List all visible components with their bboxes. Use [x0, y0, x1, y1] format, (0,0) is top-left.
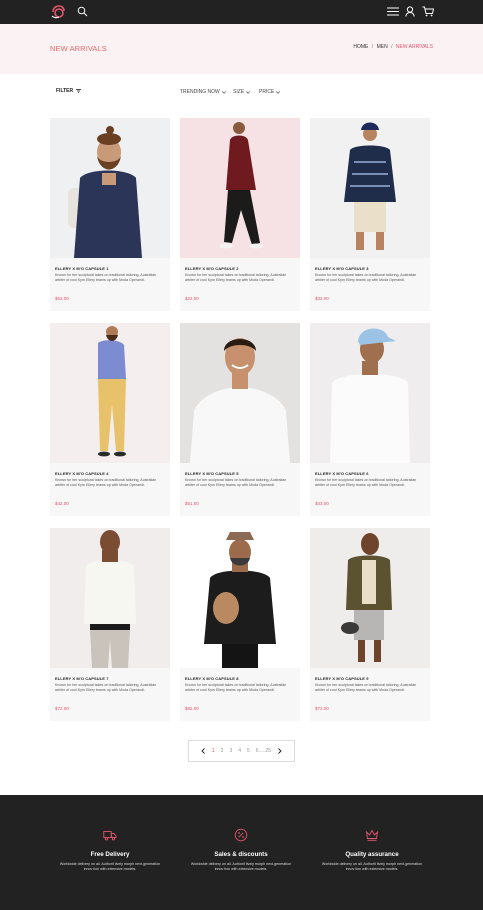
- price-dropdown[interactable]: PRICE: [259, 89, 281, 95]
- product-price: $82.00: [185, 706, 199, 711]
- product-name[interactable]: ELLERY X M'O CAPSULE 7: [55, 676, 109, 681]
- hamburger-menu-icon[interactable]: [387, 6, 399, 17]
- logo-icon[interactable]: [51, 5, 66, 19]
- product-card[interactable]: ELLERY X M'O CAPSULE 9 Known for her scu…: [310, 528, 430, 721]
- chevron-right-icon[interactable]: [277, 748, 282, 754]
- price-label: PRICE: [259, 89, 275, 95]
- product-name[interactable]: ELLERY X M'O CAPSULE 3: [315, 266, 369, 271]
- chevron-down-icon: [246, 90, 251, 94]
- product-price: $42.00: [55, 501, 69, 506]
- feature-text: Worldwide delivery on all. Authorit tive…: [321, 862, 423, 871]
- pagination: 1 2 3 4 5 6.....25: [188, 740, 295, 762]
- breadcrumb-separator: /: [391, 44, 393, 50]
- page-title: NEW ARRIVALS: [50, 44, 107, 53]
- search-icon[interactable]: [77, 6, 88, 17]
- product-card[interactable]: ELLERY X M'O CAPSULE 8 Known for her scu…: [180, 528, 300, 721]
- product-name[interactable]: ELLERY X M'O CAPSULE 5: [185, 471, 239, 476]
- product-description: Known for her sculptural takes on tradit…: [55, 273, 157, 283]
- product-description: Known for her sculptural takes on tradit…: [185, 273, 287, 283]
- product-image[interactable]: [180, 118, 300, 258]
- product-name[interactable]: ELLERY X M'O CAPSULE 1: [55, 266, 109, 271]
- cart-icon[interactable]: [422, 6, 434, 17]
- product-image[interactable]: [180, 528, 300, 668]
- size-label: SIZE: [233, 89, 245, 95]
- feature-title: Free Delivery: [90, 851, 130, 858]
- chevron-down-icon: [276, 90, 281, 94]
- truck-icon: [103, 831, 117, 841]
- page-link-1[interactable]: 1: [212, 748, 215, 754]
- product-price: $72.00: [315, 706, 329, 711]
- product-description: Known for her sculptural takes on tradit…: [185, 478, 287, 488]
- breadcrumb-current: NEW ARRIVALS: [395, 44, 433, 50]
- feature-title: Quality assurance: [345, 851, 399, 858]
- product-image[interactable]: [50, 528, 170, 668]
- product-name[interactable]: ELLERY X M'O CAPSULE 6: [315, 471, 369, 476]
- product-description: Known for her sculptural takes on tradit…: [315, 683, 417, 693]
- crown-icon: [365, 829, 379, 841]
- page-link-3[interactable]: 3: [229, 748, 232, 754]
- product-card[interactable]: ELLERY X M'O CAPSULE 5 Known for her scu…: [180, 323, 300, 516]
- page-link-2[interactable]: 2: [221, 748, 224, 754]
- breadcrumb-separator: /: [371, 44, 374, 50]
- product-price: $32.00: [315, 296, 329, 301]
- filter-label: FILTER: [56, 88, 74, 94]
- page-link-5[interactable]: 5: [247, 748, 250, 754]
- sort-trending-dropdown[interactable]: TRENDING NOW: [180, 89, 226, 95]
- product-card[interactable]: ELLERY X M'O CAPSULE 1 Known for her scu…: [50, 118, 170, 311]
- product-price: $72.00: [55, 706, 69, 711]
- product-description: Known for her sculptural takes on tradit…: [315, 478, 417, 488]
- breadcrumb-men[interactable]: MEN: [377, 44, 388, 50]
- breadcrumb: HOME / MEN / NEW ARRIVALS: [353, 44, 433, 50]
- product-name[interactable]: ELLERY X M'O CAPSULE 4: [55, 471, 109, 476]
- feature-quality-assurance: Quality assurance Worldwide delivery on …: [312, 828, 432, 872]
- feature-sales-discounts: Sales & discounts Worldwide delivery on …: [181, 828, 301, 872]
- product-description: Known for her sculptural takes on tradit…: [55, 478, 157, 488]
- product-image[interactable]: [310, 118, 430, 258]
- product-description: Known for her sculptural takes on tradit…: [185, 683, 287, 693]
- feature-free-delivery: Free Delivery Worldwide delivery on all.…: [50, 828, 170, 872]
- product-price: $52.00: [55, 296, 69, 301]
- user-icon[interactable]: [405, 6, 415, 17]
- feature-title: Sales & discounts: [214, 851, 268, 858]
- product-image[interactable]: [310, 528, 430, 668]
- product-image[interactable]: [310, 323, 430, 463]
- size-dropdown[interactable]: SIZE: [233, 89, 251, 95]
- feature-text: Worldwide delivery on all. Authorit tive…: [59, 862, 161, 871]
- filter-icon: [76, 89, 82, 93]
- product-card[interactable]: ELLERY X M'O CAPSULE 7 Known for her scu…: [50, 528, 170, 721]
- page-link-more[interactable]: 6.....25: [256, 748, 271, 754]
- product-name[interactable]: ELLERY X M'O CAPSULE 2: [185, 266, 239, 271]
- product-name[interactable]: ELLERY X M'O CAPSULE 8: [185, 676, 239, 681]
- chevron-left-icon[interactable]: [201, 748, 206, 754]
- product-card[interactable]: ELLERY X M'O CAPSULE 6 Known for her scu…: [310, 323, 430, 516]
- product-price: $43.00: [315, 501, 329, 506]
- product-card[interactable]: ELLERY X M'O CAPSULE 4 Known for her scu…: [50, 323, 170, 516]
- page-link-4[interactable]: 4: [238, 748, 241, 754]
- product-image[interactable]: [50, 118, 170, 258]
- feature-text: Worldwide delivery on all. Authorit tive…: [190, 862, 292, 871]
- sort-trending-label: TRENDING NOW: [180, 89, 220, 95]
- product-description: Known for her sculptural takes on tradit…: [315, 273, 417, 283]
- top-navbar: [0, 0, 483, 24]
- product-description: Known for her sculptural takes on tradit…: [55, 683, 157, 693]
- product-card[interactable]: ELLERY X M'O CAPSULE 3 Known for her scu…: [310, 118, 430, 311]
- discount-badge-icon: [234, 828, 248, 842]
- product-card[interactable]: ELLERY X M'O CAPSULE 2 Known for her scu…: [180, 118, 300, 311]
- product-image[interactable]: [50, 323, 170, 463]
- product-price: $51.00: [185, 501, 199, 506]
- product-image[interactable]: [180, 323, 300, 463]
- product-name[interactable]: ELLERY X M'O CAPSULE 9: [315, 676, 369, 681]
- product-price: $22.00: [185, 296, 199, 301]
- filter-button[interactable]: FILTER: [56, 88, 82, 94]
- breadcrumb-home[interactable]: HOME: [353, 44, 368, 50]
- chevron-down-icon: [221, 90, 226, 94]
